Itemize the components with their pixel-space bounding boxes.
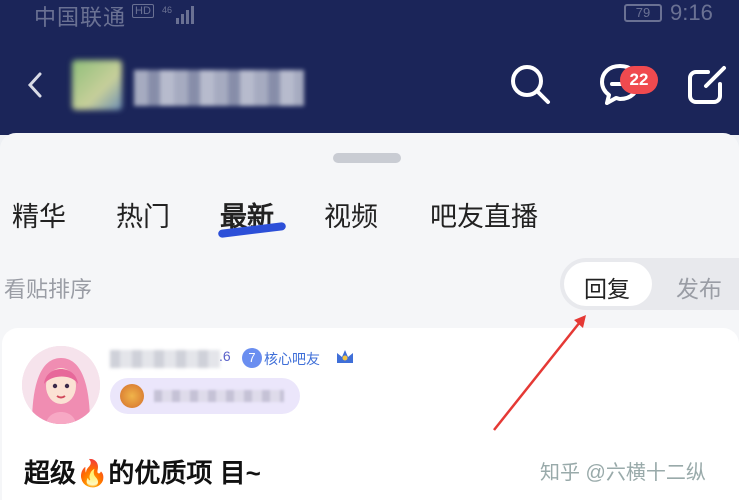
- post-title[interactable]: 超级🔥的优质项 目~: [24, 453, 261, 490]
- sort-label: 看贴排序: [4, 277, 93, 302]
- drag-handle[interactable]: [333, 153, 401, 163]
- tab-video[interactable]: 视频: [324, 195, 378, 234]
- sort-by-publish[interactable]: 发布: [676, 270, 722, 304]
- network-type: 46: [162, 5, 172, 15]
- content-sheet: 精华 热门 最新 视频 吧友直播 看贴排序 回复 发布 .6 7 核心吧友 超级…: [0, 133, 739, 500]
- tab-live[interactable]: 吧友直播: [430, 195, 538, 234]
- burger-icon: [120, 384, 144, 408]
- carrier-label: 中国联通: [34, 5, 127, 30]
- signature-text: [154, 390, 284, 402]
- user-signature: [110, 378, 300, 414]
- tab-hot[interactable]: 热门: [116, 195, 170, 234]
- core-member-tag: 核心吧友: [264, 351, 320, 367]
- sort-by-reply[interactable]: 回复: [584, 270, 630, 304]
- top-header: 中国联通 HD 46 79 9:16 22: [0, 0, 739, 135]
- hd-badge: HD: [132, 4, 154, 18]
- forum-name[interactable]: [134, 70, 304, 106]
- username[interactable]: [110, 350, 220, 368]
- clock: 9:16: [670, 0, 713, 25]
- back-icon[interactable]: [24, 70, 46, 105]
- search-icon[interactable]: [508, 62, 552, 106]
- user-avatar[interactable]: [22, 346, 100, 424]
- tab-featured[interactable]: 精华: [12, 195, 66, 234]
- signal-icon: 46: [162, 4, 198, 32]
- forum-avatar[interactable]: [72, 60, 122, 110]
- sort-toggle: 回复 发布: [560, 258, 739, 310]
- crown-icon: [334, 346, 356, 373]
- tab-bar: 精华 热门 最新 视频 吧友直播: [0, 195, 739, 235]
- watermark: 知乎 @六横十二纵: [540, 462, 706, 484]
- edit-icon[interactable]: [686, 62, 730, 106]
- username-suffix: .6: [219, 348, 231, 364]
- status-bar: 中国联通 HD 46 79 9:16: [0, 0, 739, 30]
- message-count-badge: 22: [620, 66, 658, 94]
- battery-indicator: 79: [624, 4, 662, 22]
